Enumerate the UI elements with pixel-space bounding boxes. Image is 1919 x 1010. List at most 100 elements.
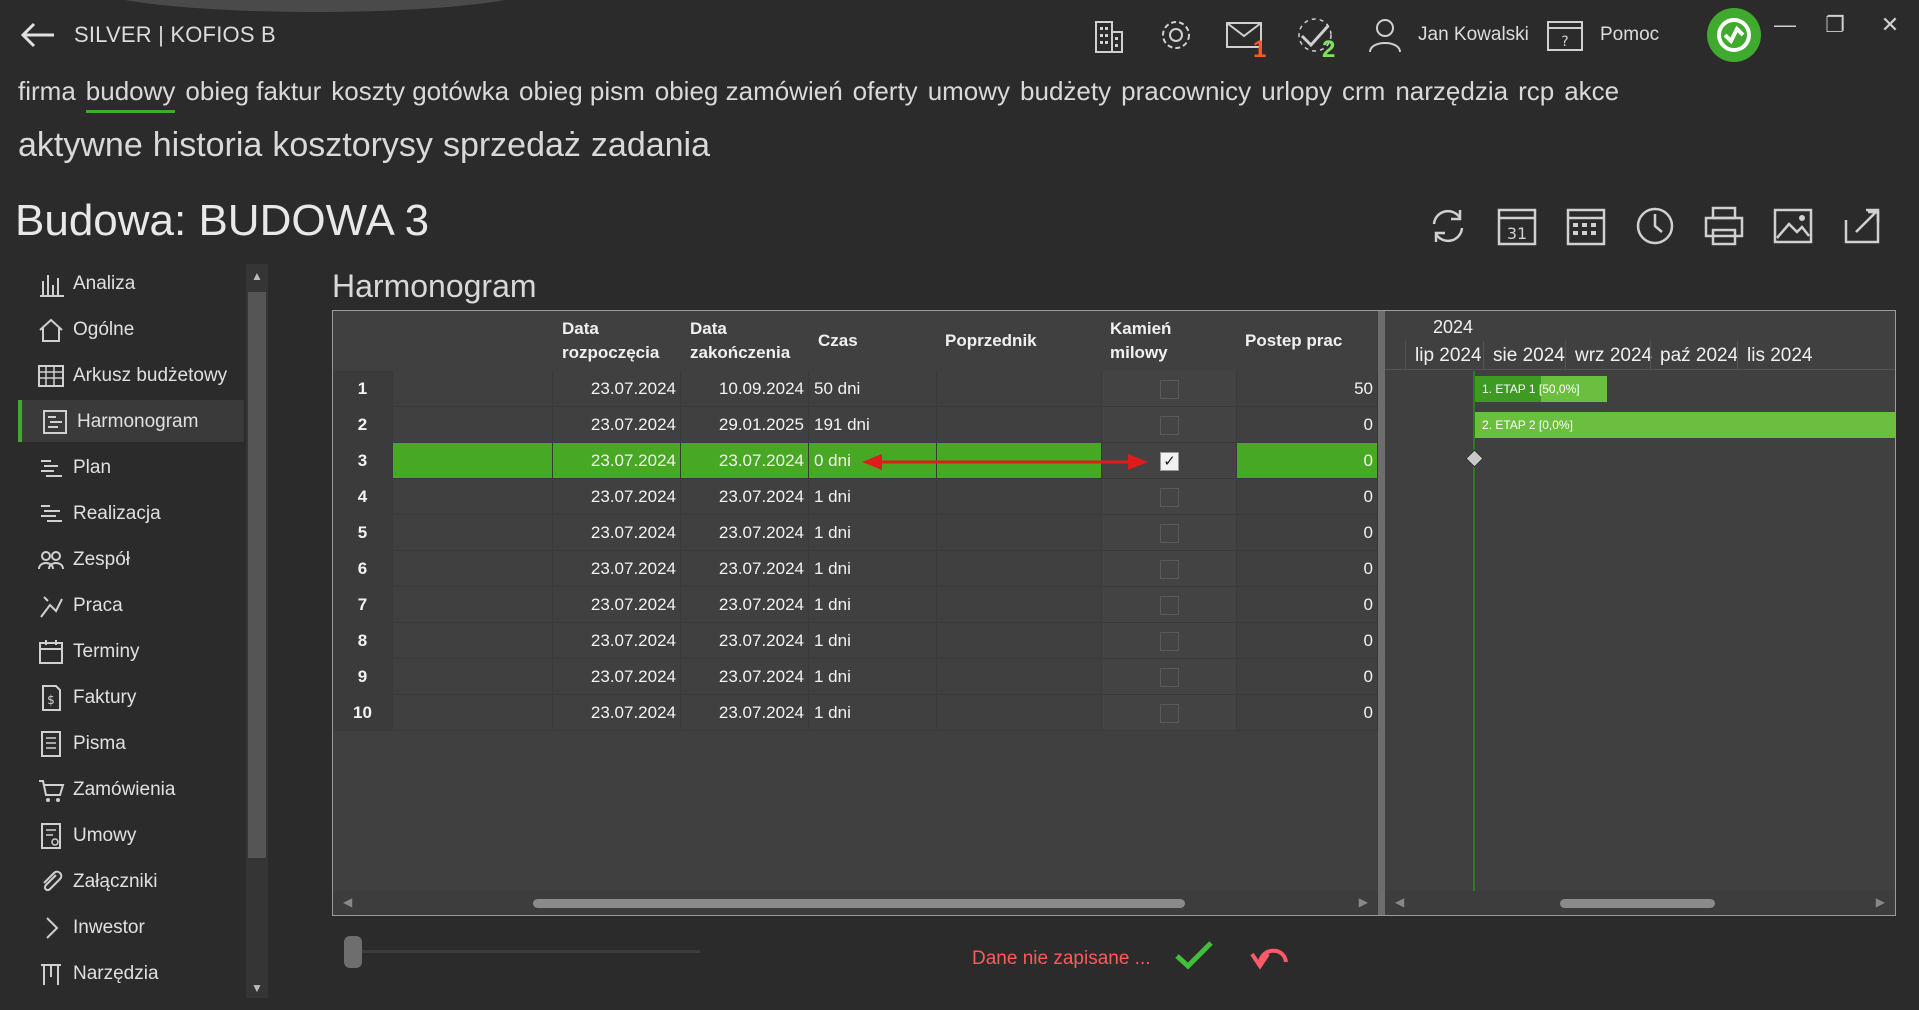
back-arrow-icon[interactable] <box>18 20 58 50</box>
main-nav-item[interactable]: pracownicy <box>1121 76 1251 113</box>
cell-progress[interactable]: 0 <box>1237 623 1378 659</box>
scroll-right-icon[interactable]: ▶ <box>1359 895 1368 909</box>
main-nav-item[interactable]: budowy <box>85 76 175 113</box>
cell-end[interactable]: 23.07.2024 <box>681 443 809 479</box>
main-nav-item[interactable]: umowy <box>928 76 1010 113</box>
cell-start[interactable]: 23.07.2024 <box>553 479 681 515</box>
cell-name[interactable] <box>393 407 553 443</box>
cell-start[interactable]: 23.07.2024 <box>553 443 681 479</box>
gantt-hscrollbar[interactable]: ◀ ▶ <box>1385 891 1895 915</box>
col-start[interactable]: Data rozpoczęcia <box>562 317 659 365</box>
cell-duration[interactable]: 1 dni <box>809 623 937 659</box>
cell-num[interactable]: 8 <box>333 623 393 659</box>
cell-duration[interactable]: 50 dni <box>809 371 937 407</box>
milestone-checkbox[interactable] <box>1160 632 1179 651</box>
sidebar-item-zespół[interactable]: Zespół <box>18 538 244 580</box>
building-icon[interactable] <box>1086 14 1128 56</box>
cell-end[interactable]: 10.09.2024 <box>681 371 809 407</box>
cell-progress[interactable]: 50 <box>1237 371 1378 407</box>
milestone-diamond[interactable] <box>1465 449 1484 468</box>
cell-end[interactable]: 23.07.2024 <box>681 551 809 587</box>
milestone-checkbox[interactable] <box>1160 704 1179 723</box>
main-nav-item[interactable]: crm <box>1342 76 1385 113</box>
scrollbar-thumb[interactable] <box>248 292 266 858</box>
cell-name[interactable] <box>393 623 553 659</box>
cell-duration[interactable]: 1 dni <box>809 479 937 515</box>
cell-milestone[interactable] <box>1102 659 1237 695</box>
calendar-day-icon[interactable]: 31 <box>1493 202 1541 250</box>
milestone-checkbox[interactable]: ✓ <box>1160 452 1179 471</box>
cell-progress[interactable]: 0 <box>1237 443 1378 479</box>
table-hscrollbar[interactable]: ◀ ▶ <box>333 891 1378 915</box>
cell-progress[interactable]: 0 <box>1237 587 1378 623</box>
sub-nav-item[interactable]: aktywne <box>18 126 143 164</box>
cell-progress[interactable]: 0 <box>1237 659 1378 695</box>
save-check-icon[interactable] <box>1172 938 1216 972</box>
refresh-icon[interactable] <box>1424 202 1472 250</box>
table-row[interactable]: 3 23.07.2024 23.07.2024 0 dni ✓ 0 <box>333 443 1378 479</box>
milestone-checkbox[interactable] <box>1160 596 1179 615</box>
cell-num[interactable]: 2 <box>333 407 393 443</box>
main-nav-item[interactable]: budżety <box>1020 76 1111 113</box>
milestone-checkbox[interactable] <box>1160 416 1179 435</box>
cell-start[interactable]: 23.07.2024 <box>553 587 681 623</box>
main-nav-item[interactable]: obieg zamówień <box>655 76 843 113</box>
cell-num[interactable]: 7 <box>333 587 393 623</box>
cell-predecessor[interactable] <box>937 515 1102 551</box>
main-nav-item[interactable]: obieg faktur <box>185 76 321 113</box>
cell-num[interactable]: 3 <box>333 443 393 479</box>
cell-progress[interactable]: 0 <box>1237 407 1378 443</box>
sidebar-item-ogólne[interactable]: Ogólne <box>18 308 244 350</box>
cell-num[interactable]: 5 <box>333 515 393 551</box>
cell-end[interactable]: 23.07.2024 <box>681 623 809 659</box>
cell-num[interactable]: 9 <box>333 659 393 695</box>
help-icon[interactable]: ? <box>1544 14 1586 56</box>
cell-name[interactable] <box>393 515 553 551</box>
table-hscroll-thumb[interactable] <box>533 899 1185 908</box>
sidebar-item-praca[interactable]: Praca <box>18 584 244 626</box>
main-nav-item[interactable]: akce <box>1564 76 1619 113</box>
sub-nav-item[interactable]: sprzedaż <box>443 126 581 164</box>
user-icon[interactable] <box>1364 14 1406 56</box>
milestone-checkbox[interactable] <box>1160 560 1179 579</box>
cell-progress[interactable]: 0 <box>1237 479 1378 515</box>
table-row[interactable]: 4 23.07.2024 23.07.2024 1 dni 0 <box>333 479 1378 515</box>
cell-name[interactable] <box>393 695 553 731</box>
sidebar-item-plan[interactable]: Plan <box>18 446 244 488</box>
cell-milestone[interactable] <box>1102 695 1237 731</box>
cell-predecessor[interactable] <box>937 587 1102 623</box>
sidebar-item-realizacja[interactable]: Realizacja <box>18 492 244 534</box>
cell-duration[interactable]: 1 dni <box>809 695 937 731</box>
sub-nav-item[interactable]: zadania <box>591 126 710 164</box>
cell-name[interactable] <box>393 443 553 479</box>
cell-duration[interactable]: 191 dni <box>809 407 937 443</box>
cell-name[interactable] <box>393 659 553 695</box>
col-duration[interactable]: Czas <box>818 329 858 353</box>
clock-icon[interactable] <box>1631 202 1679 250</box>
minimize-button[interactable]: — <box>1765 10 1805 40</box>
help-label[interactable]: Pomoc <box>1600 24 1659 46</box>
sidebar-item-analiza[interactable]: Analiza <box>18 262 244 304</box>
sidebar-item-terminy[interactable]: Terminy <box>18 630 244 672</box>
cell-start[interactable]: 23.07.2024 <box>553 407 681 443</box>
table-row[interactable]: 7 23.07.2024 23.07.2024 1 dni 0 <box>333 587 1378 623</box>
cell-end[interactable]: 23.07.2024 <box>681 587 809 623</box>
cell-predecessor[interactable] <box>937 551 1102 587</box>
sub-nav-item[interactable]: kosztorysy <box>272 126 433 164</box>
main-nav-item[interactable]: narzędzia <box>1395 76 1508 113</box>
cell-predecessor[interactable] <box>937 443 1102 479</box>
gantt-scroll-right-icon[interactable]: ▶ <box>1876 895 1885 909</box>
cell-predecessor[interactable] <box>937 479 1102 515</box>
table-row[interactable]: 10 23.07.2024 23.07.2024 1 dni 0 <box>333 695 1378 731</box>
sidebar-item-zamówienia[interactable]: Zamówienia <box>18 768 244 810</box>
milestone-checkbox[interactable] <box>1160 488 1179 507</box>
col-end[interactable]: Data zakończenia <box>690 317 790 365</box>
cell-milestone[interactable] <box>1102 479 1237 515</box>
sidebar-item-harmonogram[interactable]: Harmonogram <box>18 400 244 442</box>
cell-end[interactable]: 29.01.2025 <box>681 407 809 443</box>
cell-predecessor[interactable] <box>937 695 1102 731</box>
table-row[interactable]: 9 23.07.2024 23.07.2024 1 dni 0 <box>333 659 1378 695</box>
milestone-checkbox[interactable] <box>1160 524 1179 543</box>
cell-predecessor[interactable] <box>937 371 1102 407</box>
cell-end[interactable]: 23.07.2024 <box>681 515 809 551</box>
